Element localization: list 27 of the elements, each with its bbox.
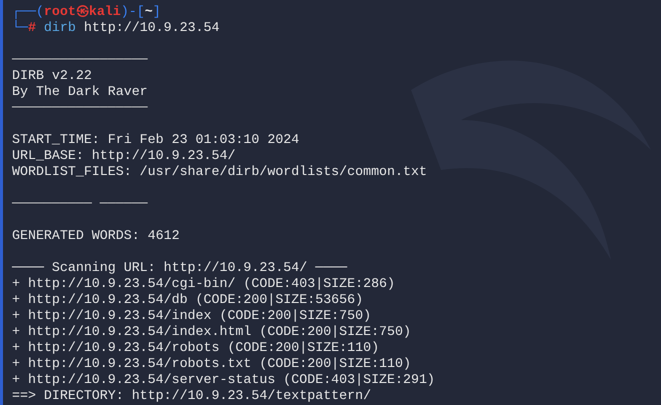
prompt-directory: ~ (144, 4, 153, 19)
output-line: By The Dark Raver (12, 84, 148, 99)
separator-rule: ────────── ────── (12, 196, 148, 211)
prompt-symbol: # (28, 20, 36, 35)
output-line: GENERATED WORDS: 4612 (12, 228, 180, 243)
prompt-user: root㉿kali (44, 4, 121, 19)
prompt-frame: )-[ (120, 4, 145, 19)
output-line: START_TIME: Fri Feb 23 01:03:10 2024 (12, 132, 300, 147)
prompt-frame: └─ (12, 20, 28, 35)
output-line: + http://10.9.23.54/robots.txt (CODE:200|SIZE:110) (12, 356, 411, 371)
command-argument: http://10.9.23.54 (82, 20, 220, 35)
output-line: ──── Scanning URL: http://10.9.23.54/ ──── (12, 260, 348, 275)
prompt-frame: ┌──( (12, 4, 44, 19)
output-line: + http://10.9.23.54/index.html (CODE:200|SIZE:750) (12, 324, 411, 339)
output-line: ==> DIRECTORY: http://10.9.23.54/textpattern/ (12, 388, 372, 403)
command-name: dirb (42, 20, 76, 35)
output-line: + http://10.9.23.54/cgi-bin/ (CODE:403|SIZE:286) (12, 276, 396, 291)
output-line: + http://10.9.23.54/server-status (CODE:403|SIZE:291) (12, 372, 435, 387)
output-line: + http://10.9.23.54/index (CODE:200|SIZE:750) (12, 308, 372, 323)
separator-rule: ───────────────── (12, 100, 148, 115)
prompt-frame: ] (152, 4, 161, 19)
output-line: WORDLIST_FILES: /usr/share/dirb/wordlists/common.txt (12, 164, 427, 179)
output-line: DIRB v2.22 (12, 68, 92, 83)
output-line: URL_BASE: http://10.9.23.54/ (12, 148, 236, 163)
separator-rule: ───────────────── (12, 52, 148, 67)
output-line: + http://10.9.23.54/robots (CODE:200|SIZE:110) (12, 340, 380, 355)
output-line: + http://10.9.23.54/db (CODE:200|SIZE:53656) (12, 292, 364, 307)
